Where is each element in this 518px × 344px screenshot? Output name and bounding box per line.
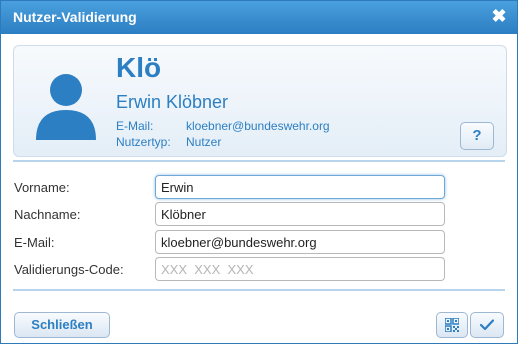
profile-email-label: E-Mail: — [116, 119, 154, 133]
profile-full-name: Erwin Klöbner — [116, 92, 229, 112]
user-profile-card: Klö Erwin Klöbner E-Mail: kloebner@bunde… — [13, 45, 507, 157]
dialog-title: Nutzer-Validierung — [13, 9, 137, 25]
help-button[interactable]: ? — [460, 122, 494, 150]
profile-username: Klö — [116, 52, 162, 83]
user-avatar-icon — [36, 74, 96, 140]
checkmark-icon — [480, 319, 494, 331]
qr-code-icon — [445, 318, 459, 332]
profile-type-label: Nutzertyp: — [116, 135, 171, 149]
firstname-label: Vorname: — [14, 180, 70, 195]
divider — [13, 160, 505, 162]
close-button[interactable]: Schließen — [14, 312, 110, 338]
title-bar: Nutzer-Validierung ✖ — [1, 1, 517, 34]
email-label: E-Mail: — [14, 235, 55, 250]
divider — [13, 289, 505, 291]
profile-type-value: Nutzer — [186, 135, 222, 149]
confirm-button[interactable] — [470, 312, 504, 338]
lastname-label: Nachname: — [14, 207, 81, 222]
validation-code-label: Validierungs-Code: — [14, 262, 124, 277]
close-icon[interactable]: ✖ — [489, 6, 509, 26]
qr-code-button[interactable] — [436, 312, 468, 338]
validation-dialog: Nutzer-Validierung ✖ Klö Erwin Klöbner E… — [0, 0, 518, 344]
validation-code-field[interactable] — [155, 257, 445, 281]
firstname-field[interactable] — [155, 175, 445, 199]
email-field[interactable] — [155, 230, 445, 254]
lastname-field[interactable] — [155, 202, 445, 226]
profile-email-value: kloebner@bundeswehr.org — [186, 119, 330, 133]
